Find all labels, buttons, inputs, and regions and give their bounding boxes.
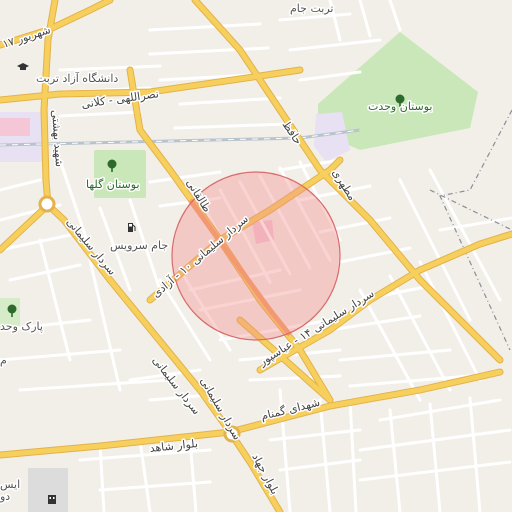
label-torbat-jam: تربت جام bbox=[290, 2, 333, 15]
bottom-left-building-area bbox=[28, 468, 68, 512]
pink-block bbox=[0, 118, 30, 136]
label-bostan-golha: بوستان گلها bbox=[86, 178, 140, 191]
fuel-station-icon bbox=[128, 223, 136, 232]
label-park-vahdat-west: پارک وحد bbox=[0, 320, 43, 333]
label-bostan-vahdat: بوستان وحدت bbox=[368, 100, 432, 113]
graduation-cap-icon bbox=[17, 63, 29, 70]
label-edge-ma: م bbox=[0, 354, 7, 367]
map-canvas[interactable]: تربت جام ۱۷ شهریور دانشگاه آزاد تربت نصر… bbox=[0, 0, 512, 512]
roundabout-west bbox=[38, 195, 56, 213]
label-jam-service: جام سرویس bbox=[110, 239, 168, 252]
building-icon bbox=[48, 495, 56, 504]
label-shahid-beheshti: شهید بهشتی bbox=[49, 109, 66, 167]
label-edge-do: دو bbox=[0, 490, 10, 503]
label-azad-university: دانشگاه آزاد تربت bbox=[36, 71, 118, 85]
map-view[interactable]: تربت جام ۱۷ شهریور دانشگاه آزاد تربت نصر… bbox=[0, 0, 512, 512]
